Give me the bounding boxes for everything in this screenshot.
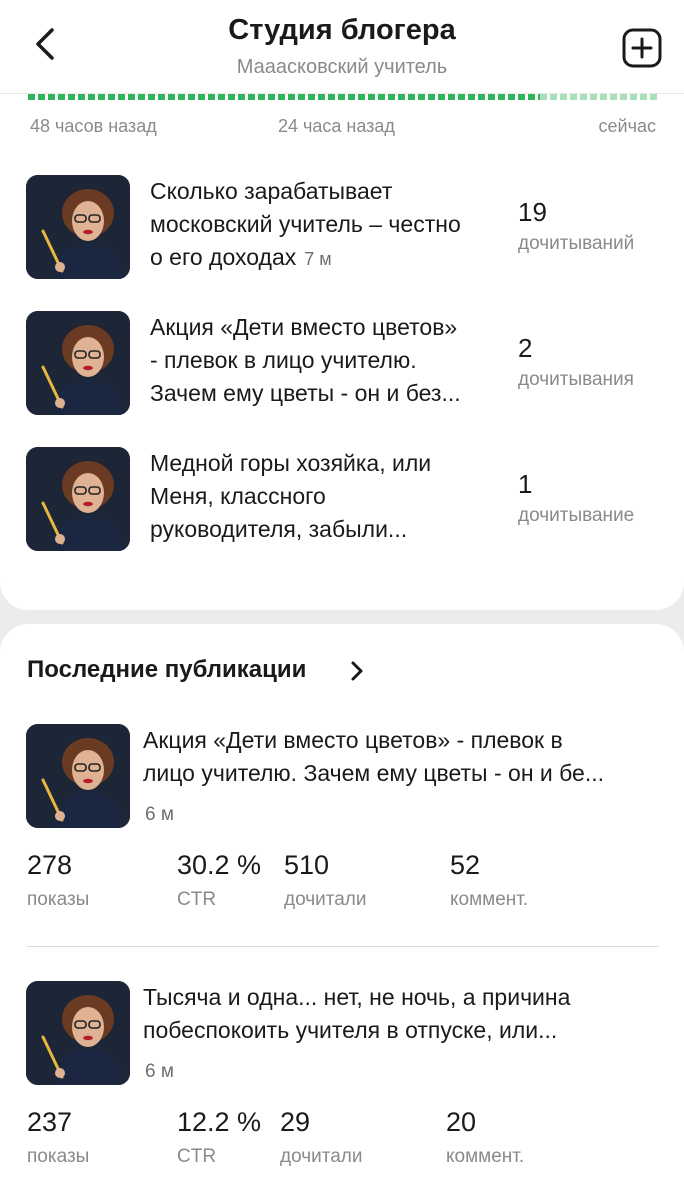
article-title[interactable]: Акция «Дети вместо цветов» - плевок в ли… — [150, 311, 506, 410]
chevron-right-icon — [351, 661, 363, 681]
reads-count: 2 — [518, 333, 533, 363]
portrait-image — [26, 447, 130, 551]
reads-label: дочитываний — [518, 233, 635, 254]
reads-count: 19 — [518, 197, 547, 227]
metric-comments: 20 коммент. — [446, 1107, 525, 1167]
timeline-label-end: сейчас — [598, 116, 656, 136]
article-stats-card: 48 часов назад 24 часа назад сейчас Скол… — [0, 94, 684, 610]
portrait-image — [26, 724, 130, 828]
recent-publications-card: Последние публикации Акция «Дети вместо … — [0, 624, 684, 1200]
article-thumbnail — [26, 311, 130, 415]
publication-thumbnail — [26, 724, 130, 828]
portrait-image — [26, 175, 130, 279]
divider — [27, 946, 659, 947]
publication-age: 6 м — [145, 804, 174, 825]
article-row[interactable]: Медной горы хозяйка, или Меня, классного… — [0, 447, 684, 551]
activity-timeline-bar — [28, 94, 658, 100]
add-publication-button[interactable] — [622, 28, 662, 68]
article-row[interactable]: Акция «Дети вместо цветов» - плевок в ли… — [0, 311, 684, 415]
article-title[interactable]: Сколько зарабатывает московский учитель … — [150, 175, 506, 276]
portrait-image — [26, 311, 130, 415]
article-row[interactable]: Сколько зарабатывает московский учитель … — [0, 175, 684, 279]
article-thumbnail — [26, 447, 130, 551]
metric-ctr: 30.2 % CTR — [177, 850, 262, 910]
publication-age: 6 м — [145, 1061, 174, 1082]
metric-ctr: 12.2 % CTR — [177, 1107, 262, 1167]
plus-square-icon — [622, 28, 662, 68]
publication-thumbnail — [26, 981, 130, 1085]
channel-name: Мааасковский учитель — [236, 56, 448, 78]
publication-item[interactable]: Тысяча и одна... нет, не ночь, а причина… — [0, 981, 684, 1181]
metric-comments: 52 коммент. — [450, 850, 529, 910]
recent-publications-link[interactable]: Последние публикации — [27, 656, 306, 684]
metric-reads: 510 дочитали — [284, 850, 367, 910]
reads-count: 1 — [518, 469, 533, 499]
reads-label: дочитывание — [518, 505, 635, 526]
timeline-label-middle: 24 часа назад — [278, 116, 395, 136]
section-open-button[interactable] — [348, 660, 366, 682]
article-thumbnail — [26, 175, 130, 279]
publication-title[interactable]: Акция «Дети вместо цветов» - плевок в ли… — [143, 724, 655, 790]
metric-reads: 29 дочитали — [280, 1107, 363, 1167]
metric-impressions: 278 показы — [27, 850, 90, 910]
publication-title[interactable]: Тысяча и одна... нет, не ночь, а причина… — [143, 981, 655, 1047]
portrait-image — [26, 981, 130, 1085]
metric-impressions: 237 показы — [27, 1107, 90, 1167]
publication-item[interactable]: Акция «Дети вместо цветов» - плевок в ли… — [0, 724, 684, 924]
timeline-label-start: 48 часов назад — [30, 116, 157, 136]
reads-label: дочитывания — [518, 369, 634, 390]
article-title[interactable]: Медной горы хозяйка, или Меня, классного… — [150, 447, 506, 546]
article-age: 7 м — [304, 249, 332, 269]
timeline-faded-segment — [540, 94, 658, 100]
header: Студия блогера Мааасковский учитель — [0, 0, 684, 94]
page-title: Студия блогера — [228, 14, 456, 46]
